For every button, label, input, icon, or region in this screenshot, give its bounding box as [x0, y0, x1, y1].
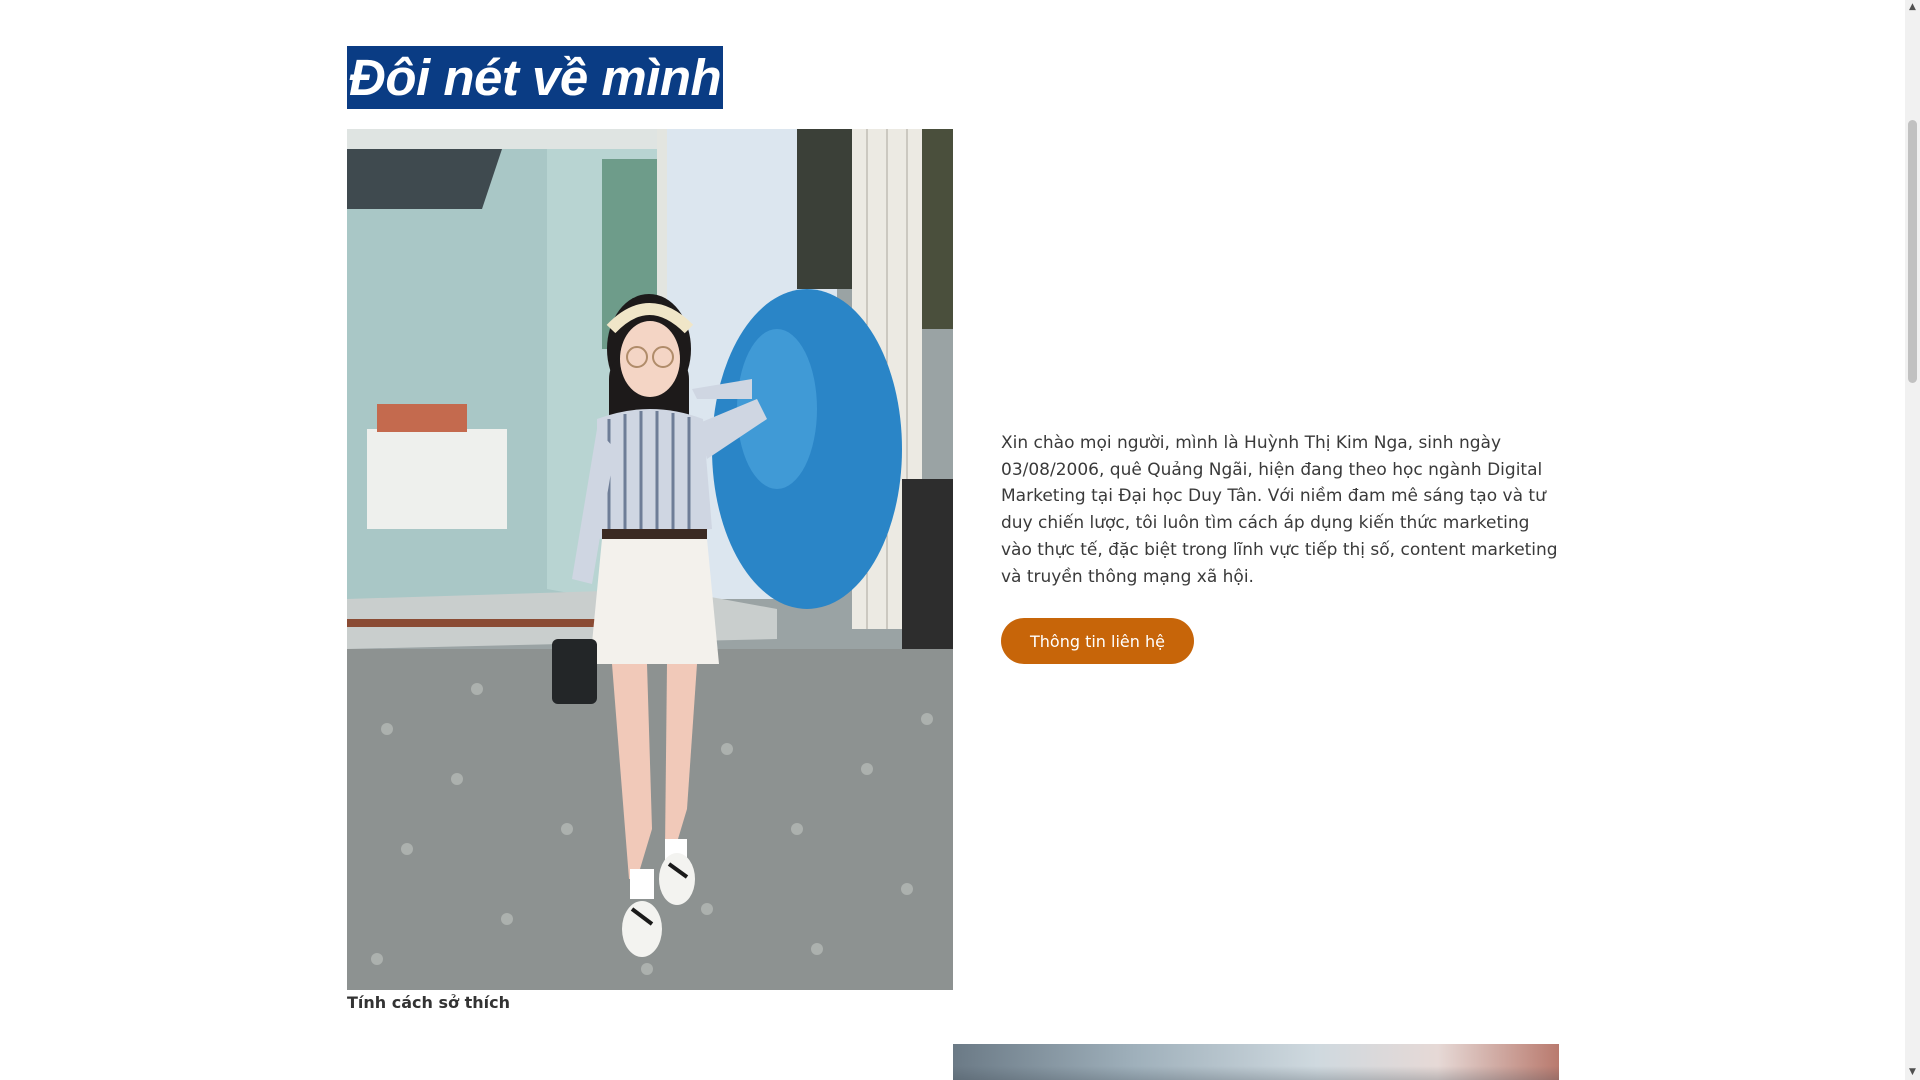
contact-info-button[interactable]: Thông tin liên hệ — [1001, 618, 1194, 664]
scroll-up-icon[interactable]: ▲ — [1905, 0, 1920, 15]
section-heading: Đôi nét về mình — [347, 46, 724, 109]
profile-photo — [347, 129, 953, 990]
second-photo — [953, 1044, 1559, 1080]
scrollbar-thumb[interactable] — [1908, 120, 1917, 383]
scroll-down-icon[interactable]: ▼ — [1905, 1065, 1920, 1080]
intro-paragraph: Xin chào mọi người, mình là Huỳnh Thị Ki… — [1001, 433, 1558, 587]
vertical-scrollbar[interactable]: ▲ ▼ — [1905, 0, 1920, 1080]
photo-caption: Tính cách sở thích — [347, 993, 510, 1012]
page: Đôi nét về mình Tính cách sở thích Xin c… — [0, 0, 1920, 1080]
